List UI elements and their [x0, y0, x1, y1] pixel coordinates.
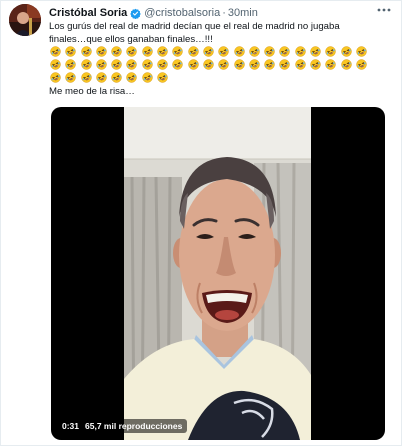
rolling-on-floor-laughing-emoji	[125, 46, 138, 57]
rolling-on-floor-laughing-emoji	[309, 46, 322, 57]
tweet-text-line-2: finales…que ellos ganaban finales…!!!	[49, 34, 213, 45]
rolling-on-floor-laughing-emoji	[110, 72, 123, 83]
header-separator: ·	[222, 7, 226, 19]
rolling-on-floor-laughing-emoji	[202, 59, 215, 70]
avatar[interactable]	[9, 4, 41, 36]
rolling-on-floor-laughing-emoji	[294, 46, 307, 57]
tweet-header: Cristóbal Soria @cristobalsoria · 30min	[49, 5, 258, 21]
video-thumbnail	[124, 107, 311, 440]
rolling-on-floor-laughing-emoji	[294, 59, 307, 70]
rolling-on-floor-laughing-emoji	[64, 59, 77, 70]
rolling-on-floor-laughing-emoji	[263, 46, 276, 57]
rolling-on-floor-laughing-emoji	[309, 59, 322, 70]
rolling-on-floor-laughing-emoji	[233, 46, 246, 57]
laughing-emoji-row	[49, 46, 381, 83]
rolling-on-floor-laughing-emoji	[171, 59, 184, 70]
rolling-on-floor-laughing-emoji	[171, 46, 184, 57]
rolling-on-floor-laughing-emoji	[80, 59, 93, 70]
verified-badge-icon	[130, 8, 142, 19]
rolling-on-floor-laughing-emoji	[49, 59, 62, 70]
author-handle[interactable]: @cristobalsoria	[144, 7, 220, 19]
rolling-on-floor-laughing-emoji	[324, 59, 337, 70]
rolling-on-floor-laughing-emoji	[217, 46, 230, 57]
rolling-on-floor-laughing-emoji	[355, 46, 368, 57]
tweet-text: Los gurús del real de madrid decían que …	[49, 20, 381, 46]
rolling-on-floor-laughing-emoji	[278, 59, 291, 70]
rolling-on-floor-laughing-emoji	[95, 59, 108, 70]
rolling-on-floor-laughing-emoji	[340, 59, 353, 70]
rolling-on-floor-laughing-emoji	[324, 46, 337, 57]
rolling-on-floor-laughing-emoji	[156, 46, 169, 57]
rolling-on-floor-laughing-emoji	[64, 72, 77, 83]
rolling-on-floor-laughing-emoji	[95, 46, 108, 57]
tweet-text-line-1: Los gurús del real de madrid decían que …	[49, 21, 340, 32]
rolling-on-floor-laughing-emoji	[233, 59, 246, 70]
rolling-on-floor-laughing-emoji	[187, 46, 200, 57]
rolling-on-floor-laughing-emoji	[141, 46, 154, 57]
rolling-on-floor-laughing-emoji	[156, 59, 169, 70]
rolling-on-floor-laughing-emoji	[263, 59, 276, 70]
rolling-on-floor-laughing-emoji	[110, 59, 123, 70]
video-time: 0:31	[62, 421, 80, 431]
rolling-on-floor-laughing-emoji	[141, 59, 154, 70]
rolling-on-floor-laughing-emoji	[80, 72, 93, 83]
more-options-icon[interactable]	[374, 2, 394, 18]
rolling-on-floor-laughing-emoji	[125, 59, 138, 70]
rolling-on-floor-laughing-emoji	[141, 72, 154, 83]
tweet-text-line-3: Me meo de la risa…	[49, 86, 135, 97]
video-player[interactable]: 0:31 65,7 mil reproducciones	[51, 107, 385, 440]
rolling-on-floor-laughing-emoji	[80, 46, 93, 57]
rolling-on-floor-laughing-emoji	[49, 72, 62, 83]
tweet-timestamp[interactable]: 30min	[228, 7, 258, 19]
rolling-on-floor-laughing-emoji	[64, 46, 77, 57]
rolling-on-floor-laughing-emoji	[187, 59, 200, 70]
avatar-photo	[9, 4, 41, 36]
video-info-bar: 0:31 65,7 mil reproducciones	[57, 419, 188, 433]
rolling-on-floor-laughing-emoji	[95, 72, 108, 83]
rolling-on-floor-laughing-emoji	[278, 46, 291, 57]
video-views: 65,7 mil reproducciones	[85, 421, 183, 431]
rolling-on-floor-laughing-emoji	[125, 72, 138, 83]
rolling-on-floor-laughing-emoji	[248, 59, 261, 70]
rolling-on-floor-laughing-emoji	[110, 46, 123, 57]
rolling-on-floor-laughing-emoji	[248, 46, 261, 57]
rolling-on-floor-laughing-emoji	[217, 59, 230, 70]
rolling-on-floor-laughing-emoji	[49, 46, 62, 57]
author-name[interactable]: Cristóbal Soria	[49, 7, 127, 19]
rolling-on-floor-laughing-emoji	[340, 46, 353, 57]
rolling-on-floor-laughing-emoji	[355, 59, 368, 70]
rolling-on-floor-laughing-emoji	[202, 46, 215, 57]
rolling-on-floor-laughing-emoji	[156, 72, 169, 83]
